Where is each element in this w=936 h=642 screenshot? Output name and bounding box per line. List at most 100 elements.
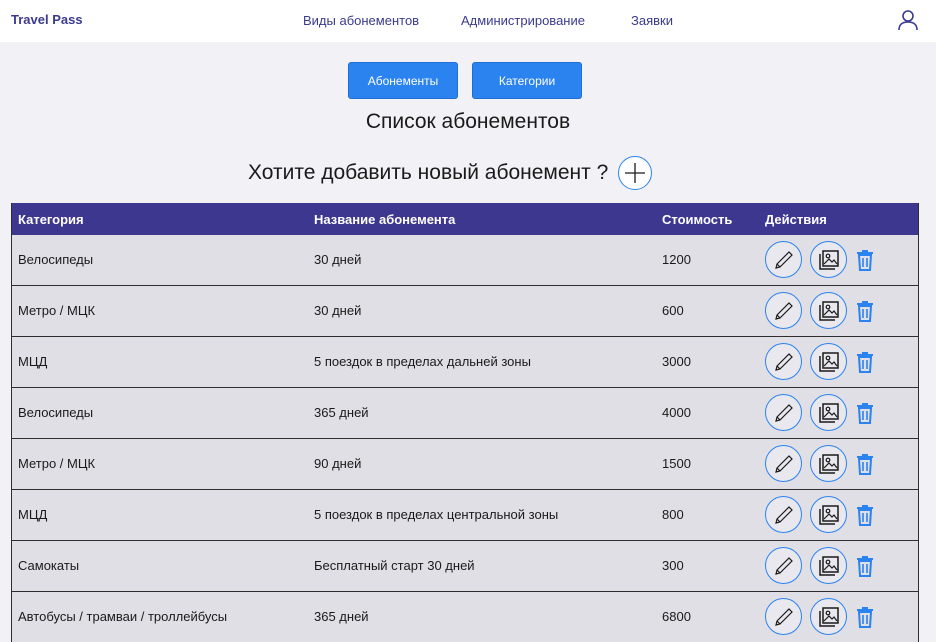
edit-button[interactable] xyxy=(765,343,802,380)
image-icon xyxy=(818,402,839,423)
cell-category: Самокаты xyxy=(18,558,80,573)
table-header: Категория Название абонемента Стоимость … xyxy=(12,203,918,235)
table-row: Самокаты Бесплатный старт 30 дней 300 xyxy=(12,540,918,591)
cell-subscription-name: 365 дней xyxy=(314,609,369,624)
edit-button[interactable] xyxy=(765,547,802,584)
image-button[interactable] xyxy=(810,394,847,431)
top-navbar: Travel Pass Виды абонементов Администрир… xyxy=(0,0,936,42)
add-subscription-button[interactable] xyxy=(618,156,653,190)
cell-subscription-name: 365 дней xyxy=(314,405,369,420)
image-button[interactable] xyxy=(810,445,847,482)
cell-category: Велосипеды xyxy=(18,405,94,420)
cell-category: МЦД xyxy=(18,507,48,522)
edit-button[interactable] xyxy=(765,598,802,635)
row-actions xyxy=(765,445,875,482)
pencil-icon xyxy=(774,301,793,320)
cell-category: Автобусы / трамваи / троллейбусы xyxy=(18,609,228,624)
table-row: Метро / МЦК 30 дней 600 xyxy=(12,285,918,336)
tab-subscriptions-button[interactable]: Абонементы xyxy=(348,62,458,99)
image-button[interactable] xyxy=(810,496,847,533)
image-icon xyxy=(818,453,839,474)
trash-icon[interactable] xyxy=(855,555,875,577)
pencil-icon xyxy=(774,556,793,575)
trash-icon[interactable] xyxy=(855,351,875,373)
column-header-name: Название абонемента xyxy=(314,212,456,227)
cell-category: МЦД xyxy=(18,354,48,369)
image-icon xyxy=(818,606,839,627)
subscriptions-table: Категория Название абонемента Стоимость … xyxy=(11,203,919,642)
column-header-category: Категория xyxy=(18,212,84,227)
row-actions xyxy=(765,496,875,533)
image-button[interactable] xyxy=(810,598,847,635)
image-button[interactable] xyxy=(810,343,847,380)
trash-icon[interactable] xyxy=(855,402,875,424)
image-button[interactable] xyxy=(810,547,847,584)
row-actions xyxy=(765,547,875,584)
table-row: Метро / МЦК 90 дней 1500 xyxy=(12,438,918,489)
tab-categories-button[interactable]: Категории xyxy=(472,62,582,99)
table-row: МЦД 5 поездок в пределах центральной зон… xyxy=(12,489,918,540)
cell-price: 800 xyxy=(662,507,684,522)
edit-button[interactable] xyxy=(765,292,802,329)
cell-price: 3000 xyxy=(662,354,691,369)
row-actions xyxy=(765,343,875,380)
cell-category: Метро / МЦК xyxy=(18,303,96,318)
table-row: МЦД 5 поездок в пределах дальней зоны 30… xyxy=(12,336,918,387)
pencil-icon xyxy=(774,250,793,269)
cell-price: 1200 xyxy=(662,252,691,267)
table-row: Автобусы / трамваи / троллейбусы 365 дне… xyxy=(12,591,918,642)
brand-logo[interactable]: Travel Pass xyxy=(11,12,83,27)
table-body: Велосипеды 30 дней 1200 Метро / МЦК 30 д… xyxy=(12,235,918,642)
edit-button[interactable] xyxy=(765,445,802,482)
cell-subscription-name: 90 дней xyxy=(314,456,362,471)
trash-icon[interactable] xyxy=(855,249,875,271)
cell-subscription-name: 30 дней xyxy=(314,303,362,318)
cell-subscription-name: 30 дней xyxy=(314,252,362,267)
row-actions xyxy=(765,292,875,329)
pencil-icon xyxy=(774,403,793,422)
image-button[interactable] xyxy=(810,241,847,278)
cell-subscription-name: 5 поездок в пределах дальней зоны xyxy=(314,354,531,369)
cell-price: 600 xyxy=(662,303,684,318)
cell-subscription-name: 5 поездок в пределах центральной зоны xyxy=(314,507,559,522)
trash-icon[interactable] xyxy=(855,300,875,322)
cell-subscription-name: Бесплатный старт 30 дней xyxy=(314,558,475,573)
column-header-actions: Действия xyxy=(765,212,827,227)
cell-price: 6800 xyxy=(662,609,691,624)
image-icon xyxy=(818,504,839,525)
image-icon xyxy=(818,555,839,576)
nav-link-subscription-types[interactable]: Виды абонементов xyxy=(303,13,419,28)
row-actions xyxy=(765,241,875,278)
cell-category: Велосипеды xyxy=(18,252,94,267)
pencil-icon xyxy=(774,352,793,371)
edit-button[interactable] xyxy=(765,496,802,533)
user-icon[interactable] xyxy=(897,9,919,31)
image-icon xyxy=(818,300,839,321)
cell-price: 1500 xyxy=(662,456,691,471)
cell-price: 4000 xyxy=(662,405,691,420)
image-icon xyxy=(818,249,839,270)
edit-button[interactable] xyxy=(765,241,802,278)
row-actions xyxy=(765,598,875,635)
edit-button[interactable] xyxy=(765,394,802,431)
table-row: Велосипеды 30 дней 1200 xyxy=(12,235,918,285)
image-button[interactable] xyxy=(810,292,847,329)
pencil-icon xyxy=(774,454,793,473)
add-subscription-prompt: Хотите добавить новый абонемент ? xyxy=(248,161,609,184)
add-subscription-row: Хотите добавить новый абонемент ? xyxy=(248,156,653,190)
pencil-icon xyxy=(774,607,793,626)
column-header-price: Стоимость xyxy=(662,212,733,227)
nav-link-requests[interactable]: Заявки xyxy=(631,13,673,28)
trash-icon[interactable] xyxy=(855,504,875,526)
row-actions xyxy=(765,394,875,431)
cell-category: Метро / МЦК xyxy=(18,456,96,471)
page-title: Список абонементов xyxy=(365,110,571,133)
image-icon xyxy=(818,351,839,372)
table-row: Велосипеды 365 дней 4000 xyxy=(12,387,918,438)
nav-link-administration[interactable]: Администрирование xyxy=(461,13,585,28)
trash-icon[interactable] xyxy=(855,606,875,628)
plus-icon xyxy=(625,163,646,183)
cell-price: 300 xyxy=(662,558,684,573)
pencil-icon xyxy=(774,505,793,524)
trash-icon[interactable] xyxy=(855,453,875,475)
